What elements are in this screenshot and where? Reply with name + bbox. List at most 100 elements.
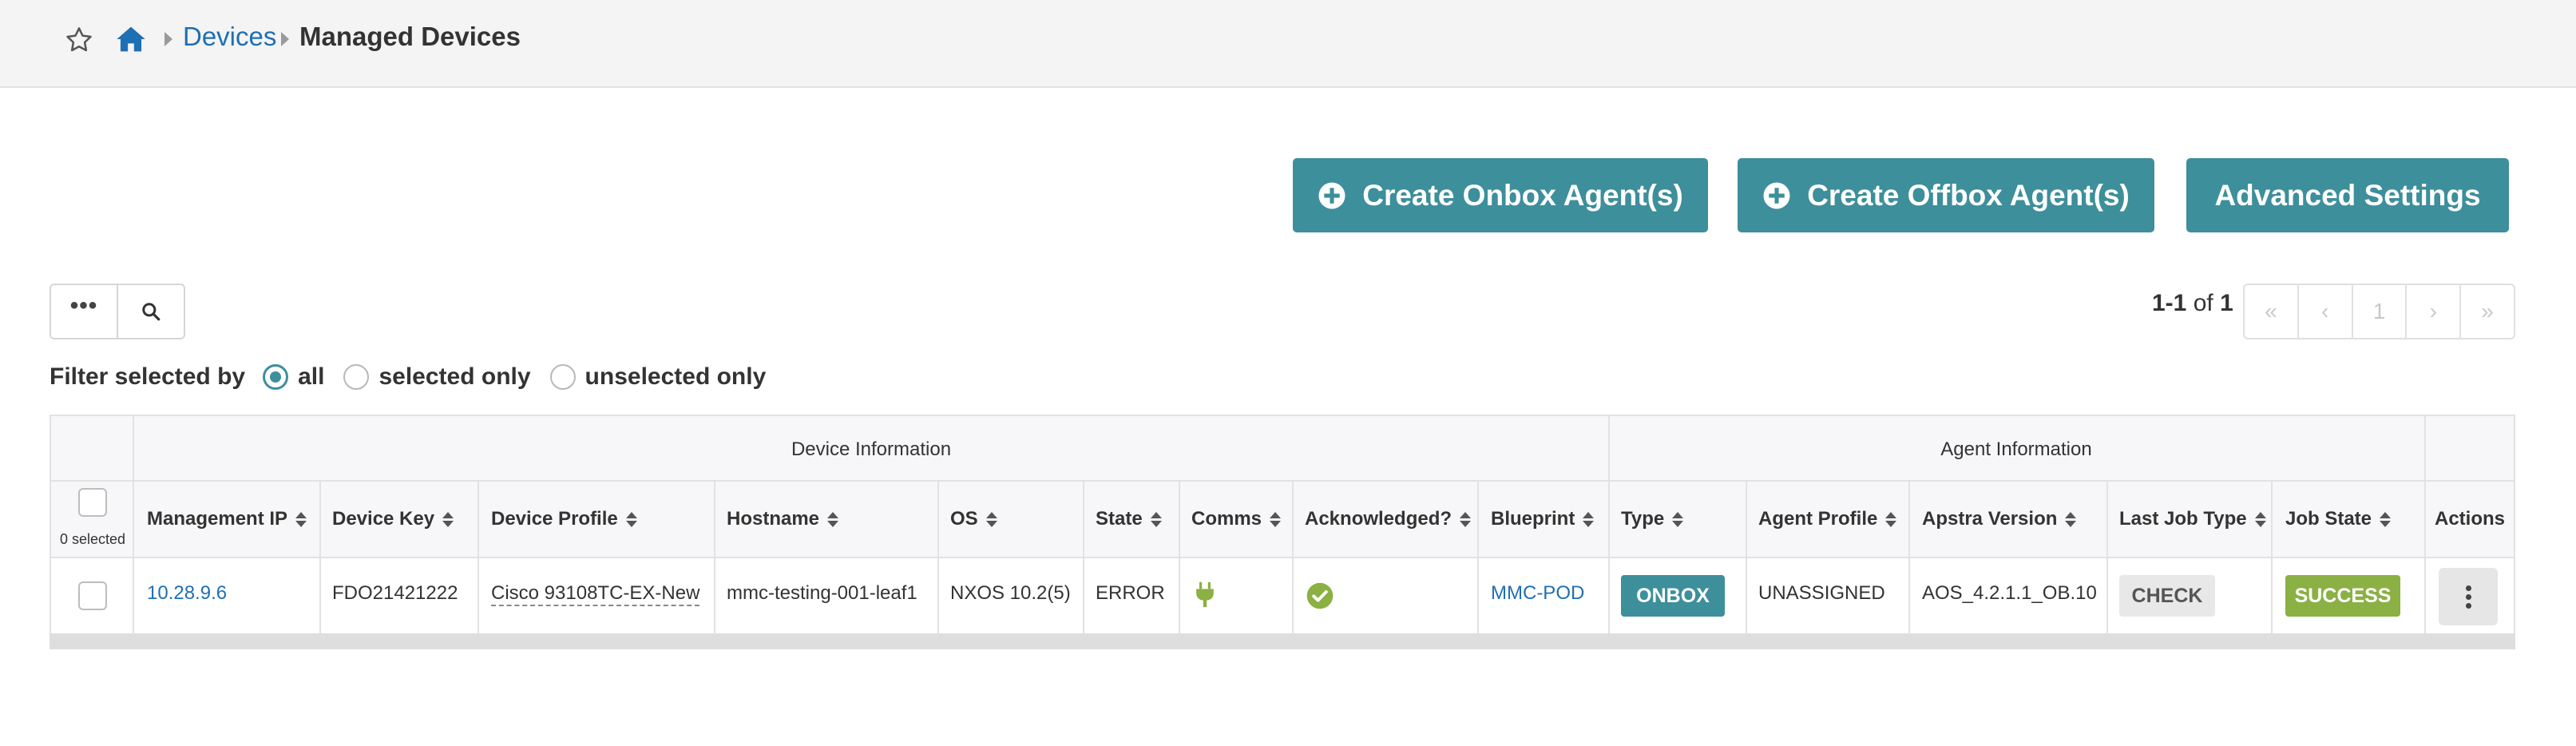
column-divider [1083, 482, 1084, 633]
column-divider [319, 482, 321, 633]
column-header-hostname[interactable]: Hostname [727, 508, 839, 530]
management-ip-link[interactable]: 10.28.9.6 [147, 582, 227, 605]
plug-icon [1196, 581, 1214, 608]
column-header-last-job-type[interactable]: Last Job Type [2119, 508, 2266, 530]
column-header-blueprint[interactable]: Blueprint [1491, 508, 1595, 530]
job-state-badge: SUCCESS [2285, 575, 2400, 617]
column-header-job-state[interactable]: Job State [2285, 508, 2392, 530]
column-divider [1908, 482, 1910, 633]
column-divider [1292, 482, 1294, 633]
last-job-type-badge: CHECK [2119, 575, 2215, 617]
filter-label: Filter selected by [50, 363, 246, 390]
breadcrumb-separator [281, 32, 289, 46]
sort-icon [2065, 511, 2077, 527]
create-onbox-agent-label: Create Onbox Agent(s) [1362, 178, 1683, 212]
page-number-button[interactable]: 1 [2351, 285, 2406, 338]
last-page-button[interactable]: » [2459, 285, 2514, 338]
star-icon[interactable] [64, 25, 94, 55]
filter-all-label[interactable]: all [298, 363, 324, 391]
column-divider [2424, 416, 2426, 633]
filter-unselected-only-label[interactable]: unselected only [585, 363, 767, 391]
selection-filter: Filter selected by all selected only uns… [50, 361, 785, 393]
create-offbox-agent-button[interactable]: Create Offbox Agent(s) [1738, 158, 2154, 232]
column-header-acknowledged[interactable]: Acknowledged? [1305, 508, 1472, 530]
first-page-button[interactable]: « [2245, 285, 2297, 338]
column-divider [1477, 482, 1479, 633]
horizontal-scrollbar[interactable] [50, 633, 2515, 649]
sort-icon [1885, 511, 1897, 527]
apstra-version: AOS_4.2.1.1_OB.10 [1922, 582, 2097, 604]
pagination-control: « ‹ 1 › » [2243, 284, 2515, 339]
pagination-of: of [2193, 290, 2213, 316]
column-divider [714, 482, 715, 633]
column-label: OS [950, 508, 978, 530]
home-icon[interactable] [115, 24, 147, 54]
column-header-type[interactable]: Type [1621, 508, 1684, 530]
column-header-management-ip[interactable]: Management IP [147, 508, 307, 530]
sort-icon [625, 511, 637, 527]
device-profile-link[interactable]: Cisco 93108TC-EX-New [491, 582, 700, 606]
breadcrumb-devices[interactable]: Devices [183, 22, 276, 52]
column-divider [2271, 482, 2273, 633]
search-button[interactable] [117, 285, 184, 338]
create-offbox-agent-label: Create Offbox Agent(s) [1807, 178, 2130, 212]
previous-page-button[interactable]: ‹ [2297, 285, 2352, 338]
table-header: 0 selected Management IP Device Key Devi… [51, 482, 2514, 558]
table-group-header: Device Information Agent Information [51, 416, 2514, 482]
filter-unselected-only-radio[interactable] [549, 364, 576, 390]
column-label: Job State [2285, 508, 2372, 530]
column-header-device-key[interactable]: Device Key [332, 508, 454, 530]
filter-selected-only-label[interactable]: selected only [378, 363, 530, 391]
create-onbox-agent-button[interactable]: Create Onbox Agent(s) [1293, 158, 1708, 232]
column-divider [133, 416, 134, 633]
group-agent-information: Agent Information [1940, 438, 2092, 460]
advanced-settings-button[interactable]: Advanced Settings [2186, 158, 2509, 232]
column-header-state[interactable]: State [1096, 508, 1162, 530]
column-divider [1179, 482, 1180, 633]
column-header-device-profile[interactable]: Device Profile [491, 508, 637, 530]
more-options-button[interactable]: ••• [51, 285, 117, 338]
page-title: Managed Devices [299, 22, 521, 51]
top-bar: Devices Managed Devices [0, 0, 2576, 88]
sort-icon [985, 511, 997, 527]
column-label: Hostname [727, 508, 820, 530]
column-label: Management IP [147, 508, 288, 530]
column-header-comms[interactable]: Comms [1191, 508, 1282, 530]
agent-type-badge: ONBOX [1621, 575, 1725, 617]
column-divider [2106, 482, 2108, 633]
hostname: mmc-testing-001-leaf1 [727, 582, 917, 604]
sort-icon [442, 511, 454, 527]
column-divider [478, 482, 479, 633]
pagination-summary: 1-1 of 1 [2152, 290, 2233, 317]
row-actions-button[interactable] [2439, 568, 2498, 625]
column-label: Device Key [332, 508, 435, 530]
column-header-agent-profile[interactable]: Agent Profile [1758, 508, 1897, 530]
row-select-checkbox[interactable] [78, 581, 107, 610]
table-row: 10.28.9.6 FDO21421222 Cisco 93108TC-EX-N… [51, 558, 2514, 633]
table-toolbar: ••• [50, 284, 185, 339]
sort-icon [1270, 511, 1282, 527]
column-header-apstra-version[interactable]: Apstra Version [1922, 508, 2077, 530]
device-state: ERROR [1096, 582, 1165, 604]
select-all-checkbox[interactable] [78, 488, 107, 517]
column-label: Actions [2435, 508, 2506, 530]
sort-icon [1150, 511, 1162, 527]
search-icon [142, 303, 161, 321]
blueprint-link[interactable]: MMC-POD [1491, 582, 1584, 605]
ellipsis-icon: ••• [69, 292, 98, 319]
sort-icon [1672, 511, 1684, 527]
sort-icon [2380, 511, 2392, 527]
device-key: FDO21421222 [332, 582, 458, 604]
agent-profile: UNASSIGNED [1758, 582, 1885, 604]
next-page-button[interactable]: › [2405, 285, 2459, 338]
column-label: Type [1621, 508, 1665, 530]
column-label: Acknowledged? [1305, 508, 1452, 530]
column-label: Device Profile [491, 508, 618, 530]
check-circle-icon [1306, 582, 1334, 609]
filter-selected-only-radio[interactable] [343, 364, 370, 390]
filter-all-radio[interactable] [263, 364, 289, 390]
managed-devices-table: Device Information Agent Information 0 s… [50, 415, 2515, 648]
column-header-os[interactable]: OS [950, 508, 997, 530]
column-label: State [1096, 508, 1143, 530]
column-header-actions: Actions [2435, 508, 2505, 530]
